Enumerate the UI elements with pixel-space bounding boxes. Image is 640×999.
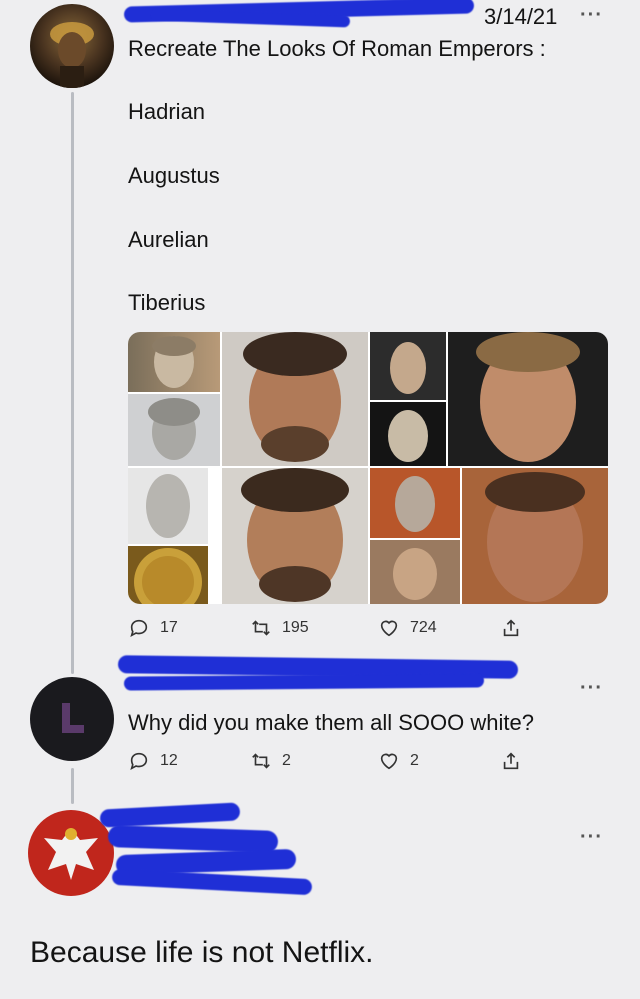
like-count: 724 <box>410 619 437 636</box>
thread-line <box>71 768 74 804</box>
reply-actions: 12 2 2 <box>128 750 528 780</box>
retweet-icon <box>252 753 270 769</box>
emperor-name: Hadrian <box>128 99 206 124</box>
bust-image[interactable] <box>128 332 220 392</box>
reply-icon <box>130 752 148 770</box>
reply-button[interactable]: 12 <box>128 750 178 772</box>
more-options-button[interactable]: ··· <box>580 4 603 27</box>
bust-image[interactable] <box>370 540 460 604</box>
emperor-name: Tiberius <box>128 290 206 315</box>
retweet-count: 195 <box>282 619 309 636</box>
reply-text: Because life is not Netflix. <box>30 936 374 969</box>
tweet-title: Recreate The Looks Of Roman Emperors : <box>128 36 546 61</box>
share-button[interactable] <box>500 750 522 772</box>
bust-image[interactable] <box>370 402 446 466</box>
reply-text: Why did you make them all SOOO white? <box>128 710 534 735</box>
tweet-date[interactable]: 3/14/21 <box>484 4 557 30</box>
like-button[interactable]: 2 <box>378 750 419 772</box>
retweet-button[interactable]: 2 <box>250 750 291 772</box>
share-button[interactable] <box>500 617 522 639</box>
thread-line <box>71 92 74 674</box>
reply-icon <box>130 619 148 637</box>
like-count: 2 <box>410 752 419 769</box>
heart-icon <box>380 753 398 770</box>
more-options-button[interactable]: ··· <box>580 826 603 849</box>
portrait-image[interactable] <box>448 332 608 466</box>
avatar[interactable] <box>30 4 114 88</box>
retweet-count: 2 <box>282 752 291 769</box>
portrait-image[interactable] <box>222 468 368 604</box>
redacted-username <box>123 673 485 691</box>
reply-button[interactable]: 17 <box>128 617 178 639</box>
bust-image[interactable] <box>370 468 460 538</box>
bust-image[interactable] <box>370 332 446 400</box>
media-grid[interactable] <box>128 332 608 604</box>
emperor-name: Augustus <box>128 163 220 188</box>
reply-count: 12 <box>160 752 178 769</box>
share-icon <box>503 752 519 770</box>
retweet-icon <box>252 620 270 636</box>
heart-icon <box>380 620 398 637</box>
redacted-username <box>111 868 313 896</box>
avatar[interactable] <box>30 677 114 761</box>
share-icon <box>503 619 519 637</box>
bust-image[interactable] <box>128 394 220 466</box>
bust-image[interactable] <box>128 468 208 544</box>
coin-image[interactable] <box>128 546 208 604</box>
reply-count: 17 <box>160 619 178 636</box>
more-options-button[interactable]: ··· <box>580 677 603 700</box>
tweet-actions: 17 195 724 <box>128 617 528 647</box>
redacted-username <box>99 802 241 828</box>
redacted-username <box>107 825 279 853</box>
emperor-name: Aurelian <box>128 227 209 252</box>
retweet-button[interactable]: 195 <box>250 617 309 639</box>
portrait-image[interactable] <box>462 468 608 604</box>
like-button[interactable]: 724 <box>378 617 437 639</box>
portrait-image[interactable] <box>222 332 368 466</box>
